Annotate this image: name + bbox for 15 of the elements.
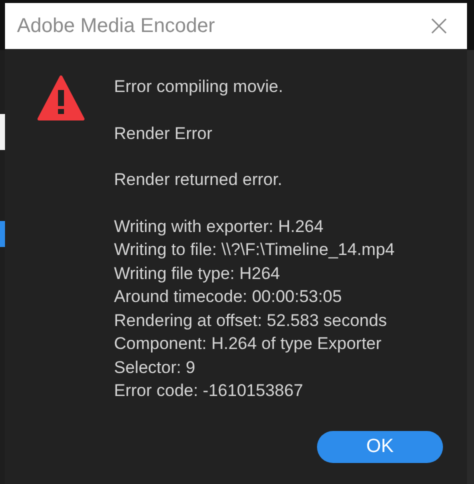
message-text: Rendering at offset: 52.583 seconds <box>114 310 388 332</box>
window-title: Adobe Media Encoder <box>17 14 215 39</box>
message-text: Writing file type: H264 <box>114 262 281 284</box>
message-text: Error code: -1610153867 <box>114 380 304 402</box>
message-text: Writing to file: \\?\F:\Timeline_14.mp4 <box>114 239 395 261</box>
message-text: Selector: 9 <box>114 356 196 378</box>
message-text: Around timecode: 00:00:53:05 <box>114 286 343 308</box>
message-text: Error compiling movie. <box>114 76 284 98</box>
message-text: Component: H.264 of type Exporter <box>114 333 382 355</box>
message-text: Render returned error. <box>114 169 284 191</box>
message-text: Writing with exporter: H.264 <box>114 216 324 238</box>
close-icon[interactable] <box>431 18 447 34</box>
ok-button[interactable]: OK <box>317 431 443 463</box>
warning-icon <box>36 75 84 121</box>
message-text: Render Error <box>114 122 214 144</box>
